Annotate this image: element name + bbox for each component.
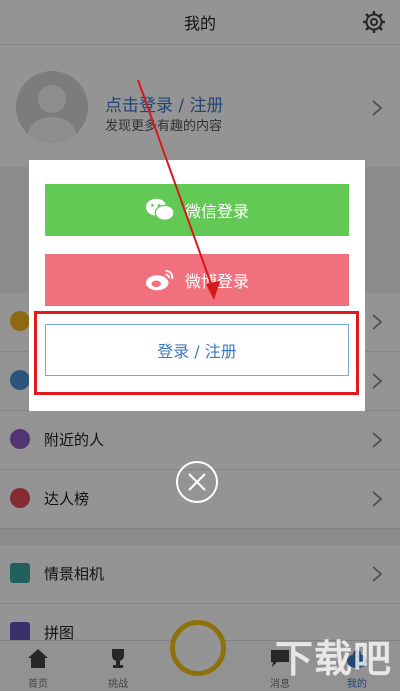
watermark-logo: 下载吧 — [274, 637, 392, 681]
annotation-arrow — [137, 79, 220, 300]
